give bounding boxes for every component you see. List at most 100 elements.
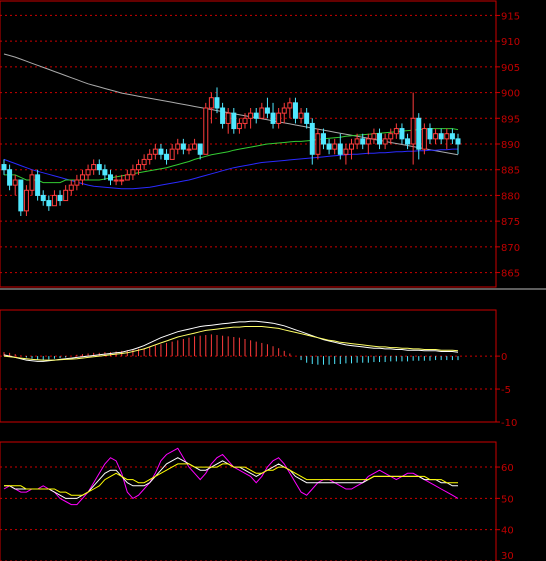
candle-body bbox=[124, 174, 130, 181]
candle-body bbox=[438, 133, 444, 140]
candle-body bbox=[371, 133, 377, 140]
price-tick-label: 895 bbox=[501, 114, 520, 125]
candle-body bbox=[259, 107, 265, 119]
candle-body bbox=[7, 169, 13, 186]
candle-body bbox=[427, 128, 433, 140]
candle-body bbox=[225, 112, 231, 124]
price-tick-label: 890 bbox=[501, 140, 520, 151]
chart-root: 865 870 875 880 885 890 895 900 905 910 915 0 -5 -10… bbox=[0, 0, 546, 561]
candle-body bbox=[29, 174, 35, 191]
candle-body bbox=[399, 128, 405, 140]
candle-body bbox=[253, 112, 259, 119]
candle-body bbox=[220, 107, 226, 124]
price-tick-label: 910 bbox=[501, 37, 520, 48]
candle-body bbox=[405, 138, 411, 145]
candle-body bbox=[169, 148, 175, 160]
candle-body bbox=[186, 148, 192, 151]
candle-body bbox=[107, 174, 113, 181]
candle-body bbox=[388, 133, 394, 140]
price-tick-label: 875 bbox=[501, 217, 520, 228]
candle-body bbox=[292, 102, 298, 119]
candle-body bbox=[287, 102, 293, 109]
price-tick-label: 865 bbox=[501, 269, 520, 280]
candle-body bbox=[264, 107, 270, 114]
candle-body bbox=[421, 128, 427, 150]
candle-body bbox=[63, 189, 69, 202]
candle-body bbox=[91, 164, 97, 171]
candle-body bbox=[410, 117, 416, 145]
candle-body bbox=[455, 138, 461, 145]
candle-body bbox=[320, 133, 326, 145]
candle-body bbox=[46, 200, 52, 207]
candle-body bbox=[85, 169, 91, 176]
price-tick-label: 870 bbox=[501, 243, 520, 254]
candle-body bbox=[119, 179, 125, 182]
price-tick-label: 905 bbox=[501, 63, 520, 74]
candle-body bbox=[40, 194, 46, 202]
candle-body bbox=[1, 164, 7, 171]
candle-body bbox=[203, 107, 209, 155]
candle-body bbox=[113, 179, 119, 182]
candle-body bbox=[416, 117, 422, 150]
oscillator-tick-label: 50 bbox=[501, 494, 514, 505]
candle-body bbox=[152, 148, 158, 155]
candle-body bbox=[79, 174, 85, 181]
macd-dea-line bbox=[3, 326, 459, 361]
candle-body bbox=[12, 179, 18, 186]
macd-tick-label: -5 bbox=[501, 385, 511, 396]
macd-tick-label: 0 bbox=[501, 352, 507, 363]
ma-mid-line bbox=[3, 148, 458, 190]
candle-body bbox=[130, 169, 136, 176]
candle-body bbox=[35, 174, 41, 196]
candle-body bbox=[298, 112, 304, 119]
candle-body bbox=[180, 143, 186, 150]
candle-body bbox=[57, 194, 63, 202]
candle-body bbox=[343, 148, 349, 155]
candle-body bbox=[349, 143, 355, 150]
candle-body bbox=[197, 143, 203, 155]
candle-body bbox=[141, 158, 147, 166]
candle-body bbox=[68, 184, 74, 191]
candle-body bbox=[51, 194, 57, 207]
candle-body bbox=[236, 122, 242, 130]
candle-body bbox=[332, 143, 338, 150]
price-tick-label: 885 bbox=[501, 166, 520, 177]
ma-long-line bbox=[3, 53, 459, 156]
oscillator-tick-label: 60 bbox=[501, 463, 514, 474]
price-tick-label: 880 bbox=[501, 191, 520, 202]
candle-body bbox=[304, 112, 310, 124]
candle-body bbox=[281, 107, 287, 114]
oscillator-panel: 60 50 40 30 bbox=[0, 441, 514, 561]
candle-body bbox=[242, 117, 248, 124]
candle-body bbox=[354, 138, 360, 145]
candle-body bbox=[365, 138, 371, 145]
candle-body bbox=[136, 164, 142, 171]
macd-tick-label: -10 bbox=[501, 418, 517, 429]
oscillator-tick-label: 40 bbox=[501, 526, 514, 537]
candle-body bbox=[214, 97, 220, 109]
price-tick-label: 915 bbox=[501, 11, 520, 22]
candle-body bbox=[208, 97, 214, 109]
candle-body bbox=[175, 143, 181, 150]
candle-body bbox=[337, 143, 343, 155]
candle-body bbox=[315, 133, 321, 155]
candle-body bbox=[444, 133, 450, 140]
candle-body bbox=[433, 133, 439, 140]
candle-body bbox=[164, 153, 170, 160]
candle-body bbox=[276, 112, 282, 124]
candle-body bbox=[326, 143, 332, 150]
candle-body bbox=[393, 128, 399, 135]
candle-body bbox=[248, 112, 254, 119]
candle-body bbox=[96, 164, 102, 171]
price-tick-label: 900 bbox=[501, 89, 520, 100]
candle-body bbox=[231, 112, 237, 130]
oscillator-line-3 bbox=[4, 463, 458, 496]
candle-body bbox=[147, 153, 153, 160]
macd-panel: 0 -5 -10 bbox=[0, 309, 517, 429]
candle-body bbox=[382, 138, 388, 145]
oscillator-tick-label: 30 bbox=[501, 551, 514, 561]
candle-body bbox=[18, 179, 24, 212]
candle-body bbox=[449, 133, 455, 140]
candle-body bbox=[74, 179, 80, 186]
candle-body bbox=[360, 138, 366, 145]
